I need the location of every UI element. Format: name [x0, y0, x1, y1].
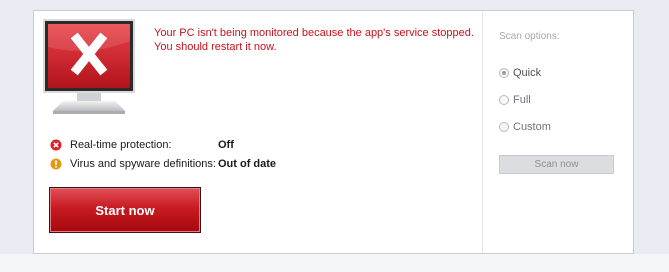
scan-options-title: Scan options: [499, 31, 560, 42]
status-value: Out of date [218, 158, 277, 170]
radio-button[interactable] [499, 68, 509, 78]
alert-message: Your PC isn't being monitored because th… [154, 27, 474, 53]
radio-button[interactable] [499, 122, 509, 132]
start-now-button[interactable]: Start now [49, 187, 201, 233]
bottom-strip [0, 254, 669, 272]
error-x-icon [50, 139, 62, 151]
status-value: Off [218, 139, 234, 151]
radio-button[interactable] [499, 95, 509, 105]
status-label: Virus and spyware definitions: [70, 158, 216, 170]
radio-label: Full [513, 94, 531, 106]
status-panel: Your PC isn't being monitored because th… [33, 10, 634, 254]
panel-divider [482, 11, 483, 253]
scan-now-button[interactable]: Scan now [499, 155, 614, 174]
status-label: Real-time protection: [70, 139, 172, 151]
radio-label: Custom [513, 121, 551, 133]
warning-exclamation-icon [50, 158, 62, 170]
radio-label: Quick [513, 67, 542, 79]
monitor-alert-icon [43, 19, 135, 114]
